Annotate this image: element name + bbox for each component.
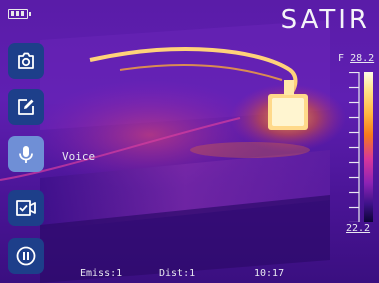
scale-max-label: F 28.2 [338, 53, 374, 64]
brand-logo: SATIR [280, 5, 370, 35]
battery-full-icon [8, 9, 31, 19]
video-record-button[interactable] [8, 190, 44, 226]
time-readout: 10:17 [254, 268, 285, 279]
pause-icon [16, 246, 36, 266]
pause-button[interactable] [8, 238, 44, 274]
temperature-color-bar [364, 72, 373, 222]
thermal-camera-screen: SATIR Voice F 28.2 22.2 Emiss:1 Dist:1 1… [0, 0, 379, 283]
camera-icon [18, 52, 34, 69]
edit-button[interactable] [8, 89, 44, 125]
edit-icon [18, 99, 34, 115]
scale-max-value: 28.2 [350, 53, 375, 64]
video-check-icon [16, 200, 36, 216]
voice-label: Voice [62, 150, 96, 163]
scale-ticks [349, 72, 360, 222]
scale-min-value: 22.2 [346, 223, 371, 234]
emissivity-readout: Emiss:1 [80, 268, 123, 279]
distance-readout: Dist:1 [159, 268, 196, 279]
thermal-image [0, 0, 379, 283]
voice-button[interactable] [8, 136, 44, 172]
microphone-icon [19, 146, 33, 163]
camera-button[interactable] [8, 43, 44, 79]
scale-unit: F [338, 53, 345, 64]
